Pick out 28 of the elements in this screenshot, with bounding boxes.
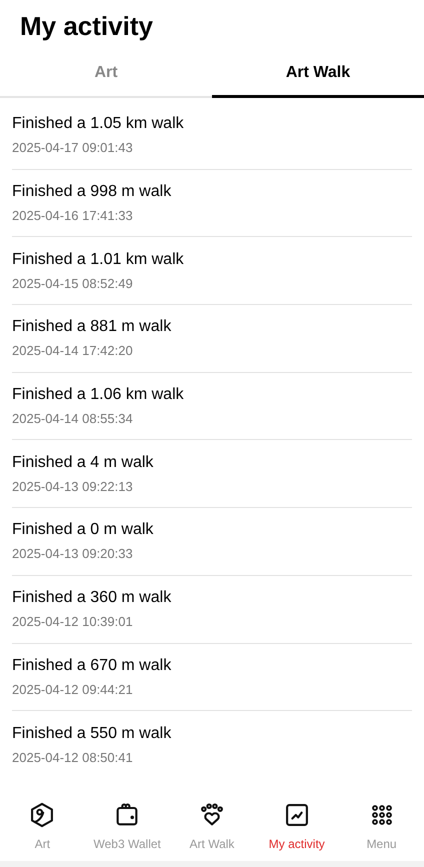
activity-time: 2025-04-12 09:44:21 [12,682,134,698]
activity-title: Finished a 360 m walk [12,588,172,608]
activity-time: 2025-04-15 08:52:49 [12,276,134,292]
activity-title: Finished a 0 m walk [12,520,154,540]
activity-time: 2025-04-13 09:22:13 [12,478,134,495]
activity-title: Finished a 1.01 km walk [12,250,185,270]
activity-title: Finished a 550 m walk [12,724,172,744]
nav-item[interactable]: Web3 Wallet [84,793,170,861]
activity-time: 2025-04-13 09:20:33 [12,546,134,562]
nav-item[interactable]: Art Walk [170,793,254,861]
activity-time: 2025-04-12 08:50:41 [12,750,134,766]
activity-time: 2025-04-14 17:42:20 [12,343,134,360]
tab[interactable]: Art [0,50,212,98]
nav-item[interactable]: My activity [254,793,340,861]
activity-title: Finished a 1.05 km walk [12,114,185,134]
activity-time: 2025-04-14 08:55:34 [12,411,134,428]
activity-title: Finished a 881 m walk [12,317,172,338]
activity-title: Finished a 998 m walk [12,182,172,202]
page-title: My activity [19,10,154,43]
nav-item[interactable]: Art [0,793,85,861]
activity-title: Finished a 670 m walk [12,656,172,676]
activity-time: 2025-04-17 09:01:43 [12,140,134,156]
activity-time: 2025-04-16 17:41:33 [12,208,134,224]
activity-time: 2025-04-12 10:39:01 [12,614,134,630]
activity-title: Finished a 4 m walk [12,452,154,473]
activity-title: Finished a 1.06 km walk [12,385,185,406]
tab[interactable]: Art Walk [212,50,424,98]
nav-item[interactable]: Menu [339,793,424,861]
